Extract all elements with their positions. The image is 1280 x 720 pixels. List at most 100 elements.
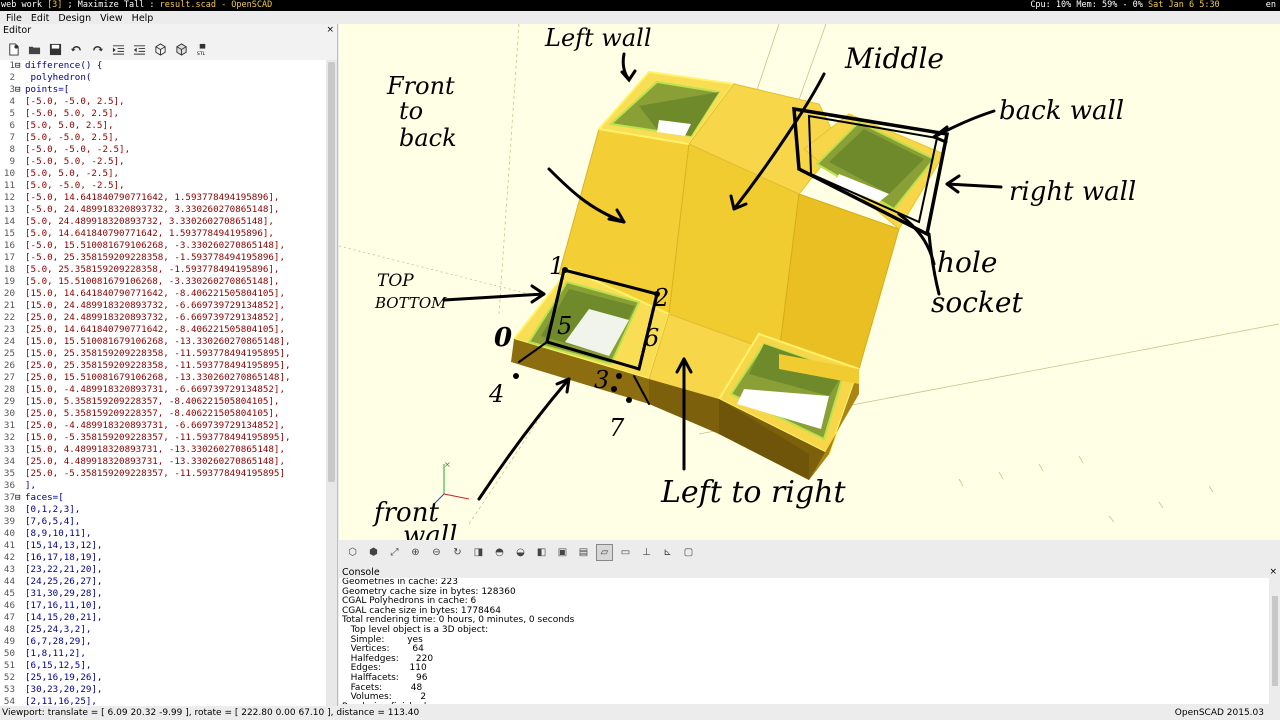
zoom-all-icon[interactable]: ⤢ [386, 544, 403, 561]
code-line[interactable]: 51 [6,15,12,5], [0, 660, 326, 672]
fold-marker-icon[interactable] [15, 168, 25, 180]
fold-marker-icon[interactable] [15, 108, 25, 120]
fold-marker-icon[interactable] [15, 180, 25, 192]
view-right-icon[interactable]: ◨ [470, 544, 487, 561]
console-scrollbar[interactable] [1270, 578, 1280, 704]
fold-marker-icon[interactable] [15, 564, 25, 576]
fold-marker-icon[interactable] [15, 252, 25, 264]
code-line[interactable]: 53 [30,23,20,29], [0, 684, 326, 696]
fold-marker-icon[interactable]: ⊟ [15, 60, 25, 72]
new-file-icon[interactable] [4, 41, 22, 57]
code-line[interactable]: 42 [16,17,18,19], [0, 552, 326, 564]
code-line[interactable]: 27 [25.0, 15.510081679106268, -13.3302602… [0, 372, 326, 384]
fold-marker-icon[interactable] [15, 312, 25, 324]
fold-marker-icon[interactable] [15, 72, 25, 84]
code-line[interactable]: 40 [8,9,10,11], [0, 528, 326, 540]
code-line[interactable]: 46 [17,16,11,10], [0, 600, 326, 612]
code-editor[interactable]: 1 ⊟ difference() {2 polyhedron(3 ⊟ points=[4… [0, 60, 326, 706]
fold-marker-icon[interactable] [15, 324, 25, 336]
view-top-icon[interactable]: ◓ [491, 544, 508, 561]
fold-marker-icon[interactable] [15, 300, 25, 312]
fold-marker-icon[interactable] [15, 600, 25, 612]
fold-marker-icon[interactable] [15, 444, 25, 456]
workspace-number[interactable]: [3] [47, 0, 62, 10]
perspective-icon[interactable]: ▱ [596, 543, 613, 561]
fold-marker-icon[interactable]: ⊟ [15, 492, 25, 504]
language-indicator[interactable]: en [1266, 0, 1276, 10]
code-line[interactable]: 43 [23,22,21,20], [0, 564, 326, 576]
code-line[interactable]: 22 [25.0, 24.489918320893732, -6.66973972… [0, 312, 326, 324]
fold-marker-icon[interactable] [15, 660, 25, 672]
code-line[interactable]: 44 [24,25,26,27], [0, 576, 326, 588]
code-line[interactable]: 11 [5.0, -5.0, -2.5], [0, 180, 326, 192]
fold-marker-icon[interactable] [15, 552, 25, 564]
code-line[interactable]: 28 [15.0, -4.489918320893731, -6.66973972… [0, 384, 326, 396]
fold-marker-icon[interactable] [15, 216, 25, 228]
indent-icon[interactable] [130, 41, 148, 57]
code-line[interactable]: 23 [25.0, 14.641840790771642, -8.40622150… [0, 324, 326, 336]
code-line[interactable]: 50 [1,8,11,2], [0, 648, 326, 660]
code-line[interactable]: 2 polyhedron( [0, 72, 326, 84]
code-line[interactable]: 9 [-5.0, 5.0, -2.5], [0, 156, 326, 168]
unindent-icon[interactable] [109, 41, 127, 57]
fold-marker-icon[interactable] [15, 420, 25, 432]
fold-marker-icon[interactable] [15, 264, 25, 276]
code-line[interactable]: 16 [-5.0, 15.510081679106268, -3.33026027… [0, 240, 326, 252]
fold-marker-icon[interactable] [15, 432, 25, 444]
code-line[interactable]: 33 [15.0, 4.489918320893731, -13.33026027… [0, 444, 326, 456]
fold-marker-icon[interactable] [15, 156, 25, 168]
fold-marker-icon[interactable] [15, 384, 25, 396]
zoom-out-icon[interactable]: ⊖ [428, 544, 445, 561]
code-line[interactable]: 37 ⊟ faces=[ [0, 492, 326, 504]
fold-marker-icon[interactable] [15, 456, 25, 468]
viewport-canvas[interactable]: × Left wall Middle Front to back back wa… [339, 24, 1280, 540]
fold-marker-icon[interactable]: ⊟ [15, 84, 25, 96]
code-line[interactable]: 30 [25.0, 5.358159209228357, -8.406221505… [0, 408, 326, 420]
fold-marker-icon[interactable] [15, 480, 25, 492]
fold-marker-icon[interactable] [15, 528, 25, 540]
code-line[interactable]: 39 [7,6,5,4], [0, 516, 326, 528]
code-line[interactable]: 10 [5.0, 5.0, -2.5], [0, 168, 326, 180]
code-line[interactable]: 31 [25.0, -4.489918320893731, -6.66973972… [0, 420, 326, 432]
code-line[interactable]: 6 [5.0, 5.0, 2.5], [0, 120, 326, 132]
fold-marker-icon[interactable] [15, 576, 25, 588]
zoom-in-icon[interactable]: ⊕ [407, 544, 424, 561]
code-line[interactable]: 45 [31,30,29,28], [0, 588, 326, 600]
view-left-icon[interactable]: ◧ [533, 544, 550, 561]
fold-marker-icon[interactable] [15, 144, 25, 156]
editor-scrollbar-thumb[interactable] [328, 62, 335, 482]
fold-marker-icon[interactable] [15, 360, 25, 372]
undo-icon[interactable] [67, 41, 85, 57]
code-line[interactable]: 1 ⊟ difference() { [0, 60, 326, 72]
code-line[interactable]: 13 [-5.0, 24.489918320893732, 3.330260270… [0, 204, 326, 216]
code-line[interactable]: 7 [5.0, -5.0, 2.5], [0, 132, 326, 144]
fold-marker-icon[interactable] [15, 372, 25, 384]
fold-marker-icon[interactable] [15, 468, 25, 480]
3d-viewport[interactable]: × Left wall Middle Front to back back wa… [339, 24, 1280, 540]
open-file-icon[interactable] [25, 41, 43, 57]
code-line[interactable]: 25 [15.0, 25.358159209228358, -11.5937784… [0, 348, 326, 360]
fold-marker-icon[interactable] [15, 540, 25, 552]
fold-marker-icon[interactable] [15, 276, 25, 288]
code-line[interactable]: 49 [6,7,28,29], [0, 636, 326, 648]
fold-marker-icon[interactable] [15, 396, 25, 408]
editor-close-button[interactable]: × [326, 25, 334, 35]
code-line[interactable]: 35 [25.0, -5.358159209228357, -11.5937784… [0, 468, 326, 480]
console-output[interactable]: Geometries in cache: 223 Geometry cache s… [339, 578, 1269, 704]
code-line[interactable]: 36], [0, 480, 326, 492]
fold-marker-icon[interactable] [15, 636, 25, 648]
code-line[interactable]: 8 [-5.0, -5.0, -2.5], [0, 144, 326, 156]
code-line[interactable]: 26 [25.0, 25.358159209228358, -11.5937784… [0, 360, 326, 372]
fold-marker-icon[interactable] [15, 672, 25, 684]
code-line[interactable]: 32 [15.0, -5.358159209228357, -11.5937784… [0, 432, 326, 444]
export-stl-icon[interactable]: STL [193, 41, 211, 57]
fold-marker-icon[interactable] [15, 96, 25, 108]
code-line[interactable]: 18 [5.0, 25.358159209228358, -1.593778494… [0, 264, 326, 276]
fold-marker-icon[interactable] [15, 684, 25, 696]
preview-icon[interactable]: ⬡ [344, 544, 361, 561]
fold-marker-icon[interactable] [15, 228, 25, 240]
fold-marker-icon[interactable] [15, 648, 25, 660]
preview-icon[interactable] [151, 41, 169, 57]
redo-icon[interactable] [88, 41, 106, 57]
fold-marker-icon[interactable] [15, 240, 25, 252]
